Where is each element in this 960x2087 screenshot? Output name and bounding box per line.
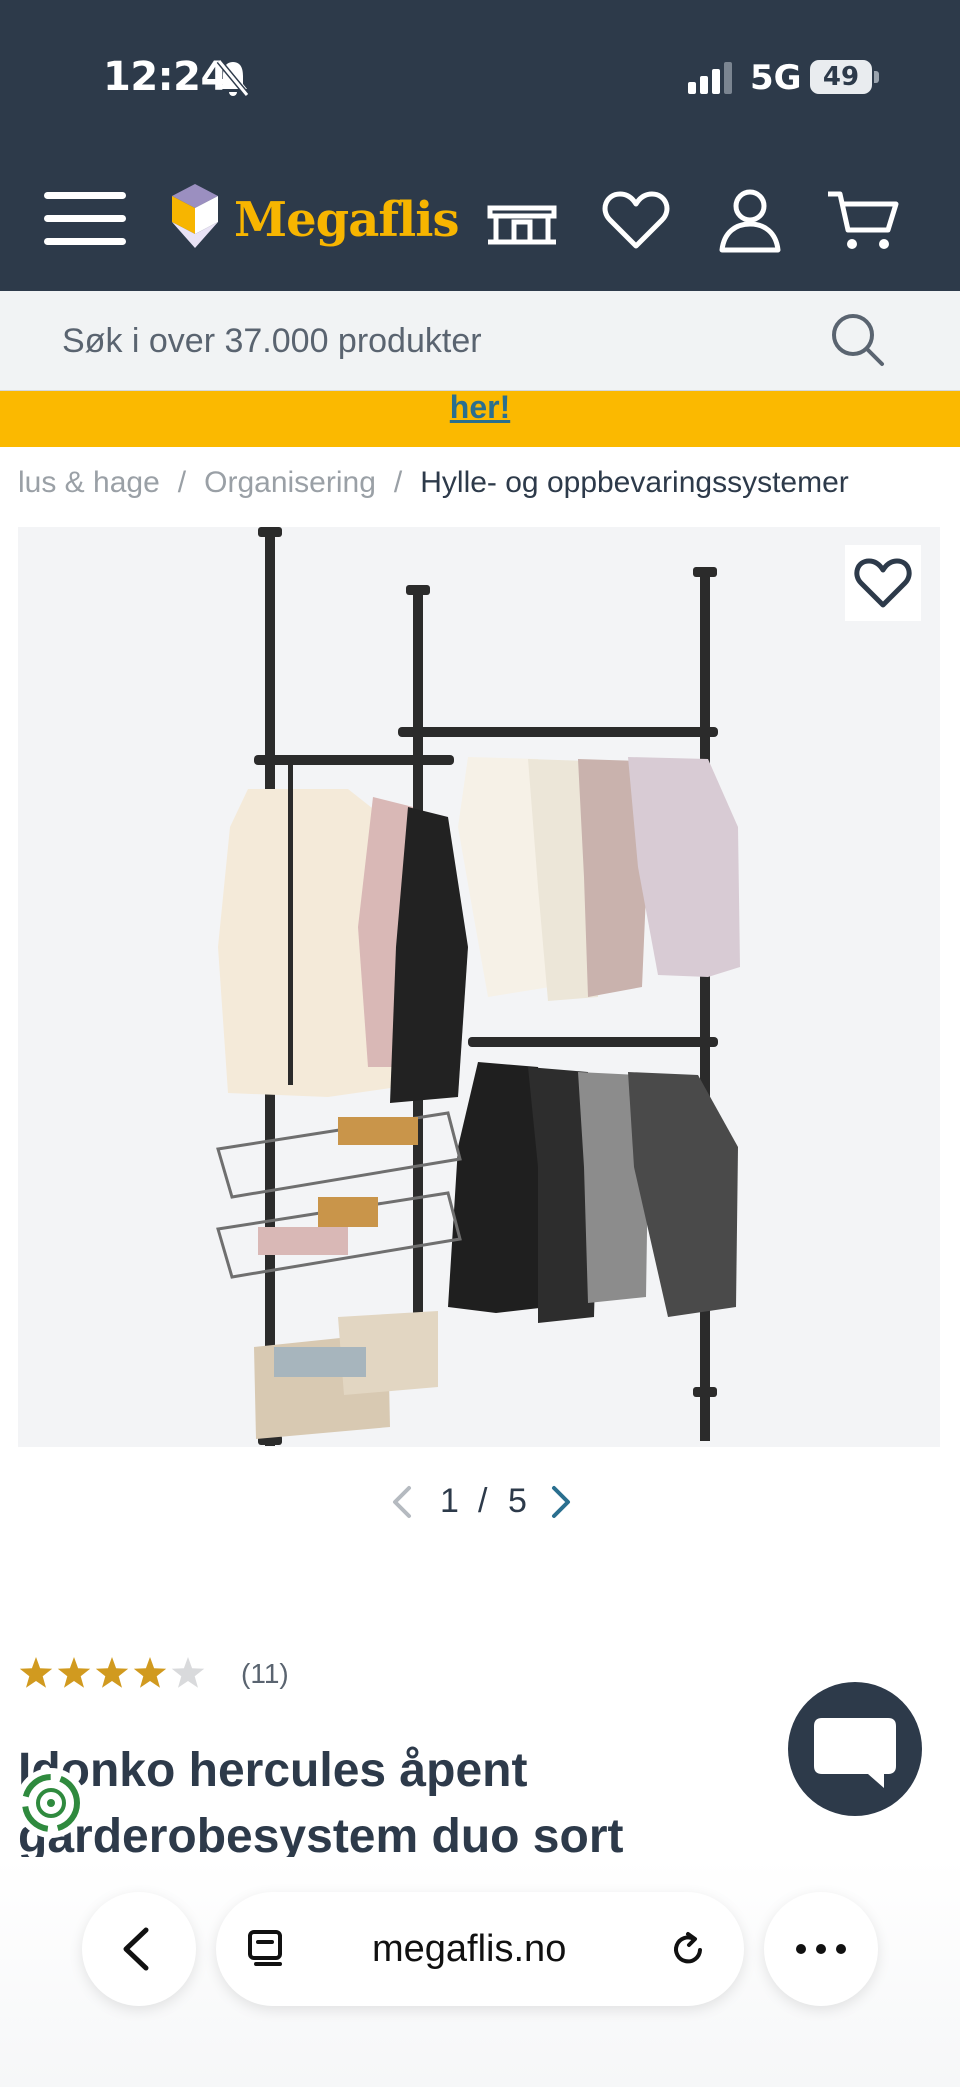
bell-off-icon — [216, 59, 250, 97]
promo-banner: her! — [0, 391, 960, 447]
star-filled-icon — [133, 1657, 167, 1688]
breadcrumb: lus & hage / Organisering / Hylle- og oppbev… — [18, 466, 960, 500]
brand-name: Megaflis — [234, 192, 459, 248]
promo-link[interactable]: her! — [450, 391, 510, 423]
breadcrumb-item[interactable]: Organisering — [204, 466, 376, 499]
browser-back-button[interactable] — [82, 1892, 196, 2006]
current-image-index: 1 — [440, 1482, 459, 1520]
battery-nub — [874, 71, 879, 83]
wardrobe-system-illustration — [216, 527, 740, 1446]
status-time: 12:24 — [103, 54, 228, 100]
network-type: 5G — [750, 58, 802, 98]
breadcrumb-separator: / — [177, 466, 187, 499]
chat-button[interactable] — [788, 1682, 922, 1816]
product-title-line: garderobesystem duo sort — [18, 1810, 624, 1857]
top-header: 12:24 5G 49 Megaflis — [0, 0, 960, 291]
chevron-right-icon[interactable] — [544, 1482, 578, 1522]
product-title: Idonko hercules åpent garderobesystem du… — [18, 1738, 778, 1857]
chat-bubble-icon — [814, 1718, 896, 1788]
search-icon[interactable] — [828, 310, 886, 368]
product-image[interactable] — [18, 527, 940, 1447]
image-pager: 1 / 5 — [0, 1478, 960, 1528]
star-empty-icon — [171, 1657, 205, 1688]
reload-icon[interactable] — [666, 1928, 710, 1972]
search-bar — [0, 291, 960, 391]
store-icon[interactable] — [482, 186, 562, 256]
breadcrumb-separator: / — [393, 466, 403, 499]
review-count[interactable]: (11) — [241, 1658, 289, 1690]
breadcrumb-item[interactable]: lus & hage — [18, 466, 160, 499]
browser-more-button[interactable] — [764, 1892, 878, 2006]
logo-mark-icon — [172, 184, 218, 248]
url-text[interactable]: megaflis.no — [372, 1928, 566, 1971]
tabs-icon[interactable] — [244, 1928, 288, 1972]
wishlist-icon[interactable] — [596, 186, 676, 256]
total-images: 5 — [508, 1482, 527, 1520]
star-filled-icon — [95, 1657, 129, 1688]
chevron-left-icon[interactable] — [385, 1482, 419, 1522]
signal-icon — [688, 62, 732, 94]
product-title-line: Idonko hercules åpent — [18, 1744, 528, 1797]
account-icon[interactable] — [710, 186, 790, 256]
battery-indicator: 49 — [810, 60, 872, 94]
eco-badge[interactable] — [16, 1768, 86, 1838]
favorite-button[interactable] — [845, 545, 921, 621]
chevron-left-icon — [123, 1927, 149, 1971]
star-filled-icon — [57, 1657, 91, 1688]
megaflis-logo[interactable]: Megaflis — [168, 180, 459, 260]
star-filled-icon — [19, 1657, 53, 1688]
cart-icon[interactable] — [824, 186, 904, 256]
menu-button[interactable] — [44, 188, 126, 250]
search-input[interactable] — [62, 311, 782, 371]
heart-icon — [854, 558, 912, 608]
more-dots-icon — [796, 1944, 846, 1954]
eco-recycle-icon — [22, 1774, 80, 1832]
star-rating[interactable] — [18, 1654, 218, 1694]
breadcrumb-current[interactable]: Hylle- og oppbevaringssystemer — [420, 466, 849, 499]
pager-separator: / — [478, 1482, 488, 1520]
